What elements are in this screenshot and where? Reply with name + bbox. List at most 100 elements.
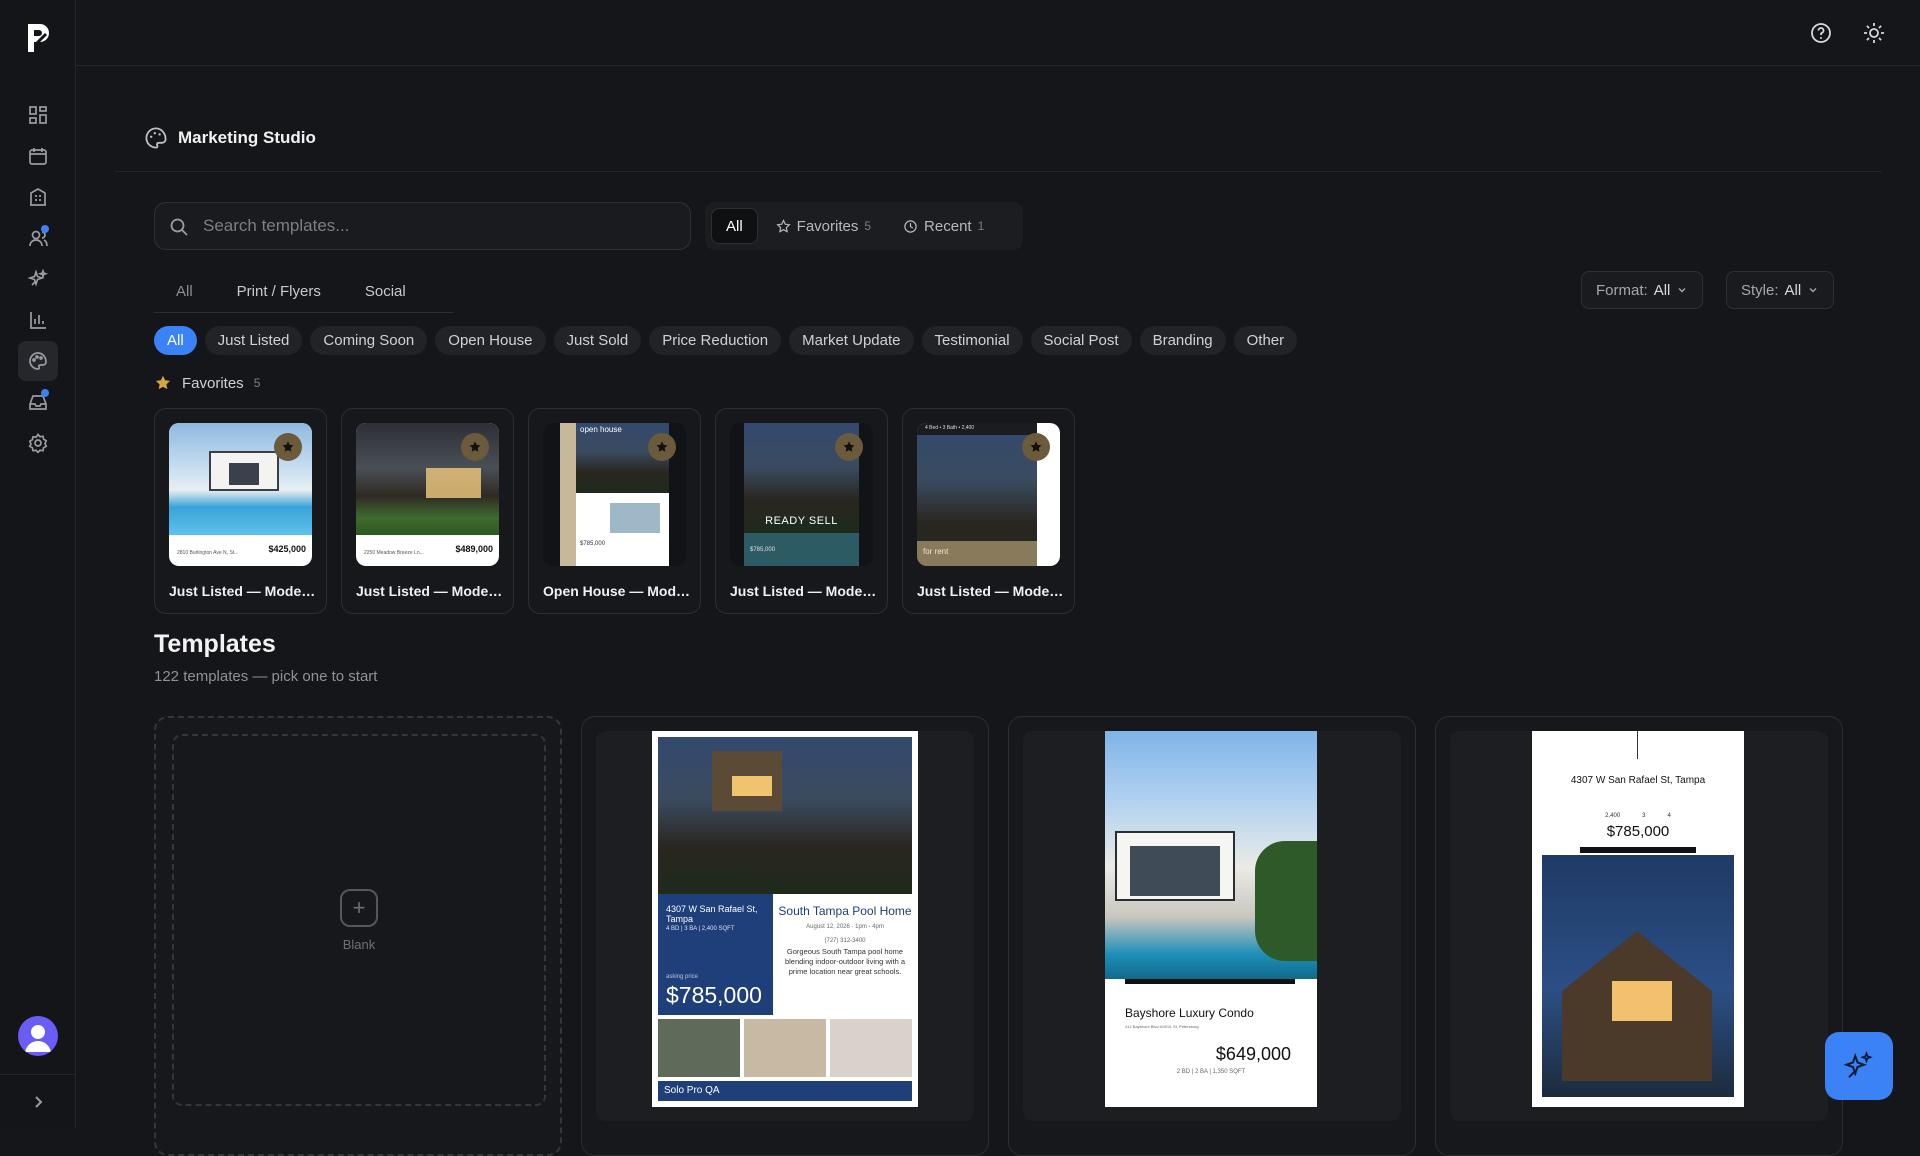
blank-template-card[interactable]: + Blank: [154, 716, 562, 1156]
flyer-specs: 4 BD | 3 BA | 2,400 SQFT: [666, 926, 735, 932]
flyer-description: Gorgeous South Tampa pool home blending …: [784, 947, 906, 976]
thumb-price: $785,000: [580, 541, 606, 547]
filter-label: Style:: [1741, 281, 1779, 299]
favorites-section-label: Favorites 5: [154, 374, 260, 392]
thumb-price: $785,000: [750, 547, 776, 553]
segment-favorites[interactable]: Favorites 5: [762, 208, 885, 244]
star-icon: [775, 218, 791, 233]
chip-open-house[interactable]: Open House: [435, 326, 546, 355]
chip-all[interactable]: All: [154, 326, 197, 355]
poster-price: $785,000: [1606, 823, 1670, 840]
settings-icon[interactable]: [18, 423, 58, 463]
poster-address: 4307 W San Rafael St, Tampa: [1570, 775, 1706, 786]
tab-all[interactable]: All: [154, 278, 215, 312]
template-thumbnail: 2250 Meadow Breeze Ln... $489,000: [356, 423, 499, 566]
template-card[interactable]: 4307 W San Rafael St, Tampa 2,400 3 4 $7…: [1435, 716, 1843, 1156]
chip-testimonial[interactable]: Testimonial: [921, 326, 1023, 355]
favorite-template-card[interactable]: 2250 Meadow Breeze Ln... $489,000 Just L…: [341, 408, 514, 614]
chevron-down-icon: [1809, 288, 1817, 293]
view-segmented-control: All Favorites 5 Recent 1: [705, 202, 1023, 250]
flyer-phone: (727) 312-3400: [824, 938, 866, 944]
search-icon: [170, 218, 188, 236]
style-filter-dropdown[interactable]: Style: All: [1726, 271, 1835, 309]
sun-icon[interactable]: [1861, 20, 1887, 46]
chip-market-update[interactable]: Market Update: [789, 326, 914, 355]
condo-name: Bayshore Luxury Condo: [1125, 1006, 1254, 1020]
format-filter-dropdown[interactable]: Format: All: [1581, 271, 1704, 309]
favorite-star-button[interactable]: [1022, 433, 1050, 461]
star-icon: [155, 375, 171, 390]
help-circle-icon[interactable]: [1808, 20, 1834, 46]
chip-other[interactable]: Other: [1233, 326, 1298, 355]
star-icon: [843, 441, 855, 452]
segment-recent[interactable]: Recent 1: [889, 208, 998, 244]
inbox-icon[interactable]: [18, 382, 58, 422]
sparkles-icon: [1844, 1051, 1873, 1078]
poster-stat: 4: [1667, 813, 1671, 819]
thumb-address: 2250 Meadow Breeze Ln...: [364, 550, 424, 556]
thumb-address: 2810 Burlington Ave N, St...: [177, 550, 239, 556]
count-badge: 1: [977, 219, 985, 233]
flyer-price-label: asking price: [666, 974, 699, 980]
favorite-star-button[interactable]: [461, 433, 489, 461]
thumb-tag: for rent: [923, 547, 949, 556]
star-icon: [282, 441, 294, 452]
ai-assistant-button[interactable]: [1825, 1032, 1893, 1100]
avatar[interactable]: [18, 1016, 58, 1056]
favorite-template-card[interactable]: open house $785,000 Open House — Modern.…: [528, 408, 701, 614]
template-card[interactable]: 4307 W San Rafael St, Tampa 4 BD | 3 BA …: [581, 716, 989, 1156]
chip-just-listed[interactable]: Just Listed: [204, 326, 303, 355]
chip-branding[interactable]: Branding: [1139, 326, 1226, 355]
chip-price-reduction[interactable]: Price Reduction: [649, 326, 782, 355]
blank-dropzone: + Blank: [172, 734, 546, 1106]
templates-subtitle: 122 templates — pick one to start: [154, 668, 378, 685]
favorite-star-button[interactable]: [648, 433, 676, 461]
condo-price: $649,000: [1215, 1044, 1291, 1064]
logo-icon[interactable]: [24, 22, 52, 54]
search-placeholder: Search templates...: [203, 216, 350, 235]
favorite-template-card[interactable]: 2810 Burlington Ave N, St... $425,000 Ju…: [154, 408, 327, 614]
template-thumbnail: 2810 Burlington Ave N, St... $425,000: [169, 423, 312, 566]
star-icon: [656, 441, 668, 452]
thumb-price: $425,000: [268, 544, 306, 554]
divider: [0, 1074, 76, 1075]
template-card[interactable]: Bayshore Luxury Condo 412 Bayshore Blvd …: [1008, 716, 1416, 1156]
favorite-star-button[interactable]: [835, 433, 863, 461]
favorite-star-button[interactable]: [274, 433, 302, 461]
page-title: Marketing Studio: [178, 128, 316, 147]
sparkles-icon[interactable]: [18, 259, 58, 299]
favorite-template-card[interactable]: READY SELL $785,000 Just Listed — Modern…: [715, 408, 888, 614]
chip-coming-soon[interactable]: Coming Soon: [310, 326, 428, 355]
notification-dot: [41, 225, 49, 233]
chevron-right-icon[interactable]: [26, 1090, 50, 1114]
template-thumbnail: 4 Bed • 3 Bath • 2,400 for rent: [917, 423, 1060, 566]
palette-icon[interactable]: [18, 341, 58, 381]
calendar-icon[interactable]: [18, 136, 58, 176]
sidebar: [0, 0, 76, 1128]
template-title: Just Listed — Modern...: [917, 583, 1067, 599]
divider: [115, 171, 1882, 172]
tab-social[interactable]: Social: [343, 278, 428, 312]
building-icon[interactable]: [18, 177, 58, 217]
thumb-header: 4 Bed • 3 Bath • 2,400: [925, 425, 975, 431]
favorite-template-card[interactable]: 4 Bed • 3 Bath • 2,400 for rent Just Lis…: [902, 408, 1075, 614]
blank-label: Blank: [342, 936, 376, 952]
flyer-brand: Solo Pro QA: [664, 1085, 720, 1096]
condo-specs: 2 BD | 2 BA | 1,350 SQFT: [1176, 1069, 1246, 1075]
chip-just-sold[interactable]: Just Sold: [553, 326, 642, 355]
segment-label: Favorites: [796, 217, 859, 235]
tab-print-flyers[interactable]: Print / Flyers: [215, 278, 343, 312]
dashboard-icon[interactable]: [18, 95, 58, 135]
favorites-label: Favorites: [182, 374, 244, 392]
segment-all[interactable]: All: [711, 208, 758, 244]
clock-icon: [904, 219, 917, 233]
chip-social-post[interactable]: Social Post: [1030, 326, 1132, 355]
template-preview: 4307 W San Rafael St, Tampa 2,400 3 4 $7…: [1450, 731, 1828, 1121]
search-input[interactable]: Search templates...: [154, 202, 691, 250]
bar-chart-icon[interactable]: [18, 300, 58, 340]
chevron-down-icon: [1678, 288, 1686, 293]
thumb-price: $489,000: [455, 544, 493, 554]
template-thumbnail: open house $785,000: [543, 423, 686, 566]
users-icon[interactable]: [18, 218, 58, 258]
template-title: Just Listed — Modern...: [730, 583, 880, 599]
